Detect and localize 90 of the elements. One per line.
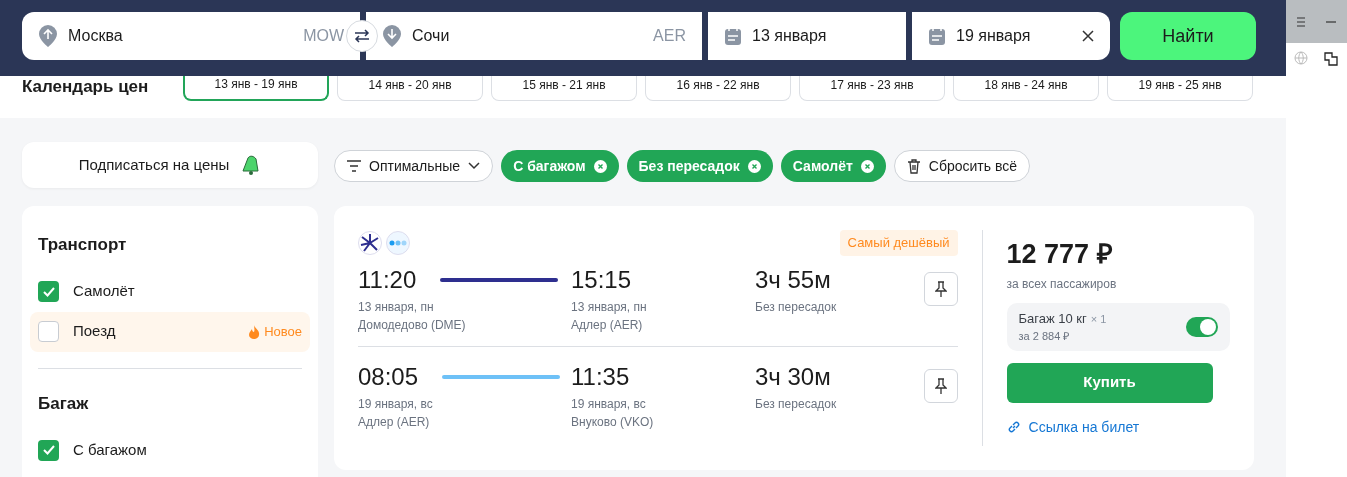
extension-icon[interactable] [1323, 51, 1340, 67]
minimize-icon[interactable] [1326, 20, 1337, 23]
ticket-price: 12 777 ₽ [1006, 238, 1114, 271]
subscribe-button[interactable]: Подписаться на цены [22, 142, 318, 188]
remove-icon[interactable] [860, 159, 874, 173]
city-text: Сочи [412, 26, 450, 46]
calendar-icon [724, 26, 742, 46]
subscribe-text: Подписаться на цены [78, 154, 230, 175]
flame-icon [248, 324, 261, 339]
airport-code: AER [653, 26, 686, 46]
chip-label: Самолёт [792, 156, 853, 176]
reset-button[interactable]: Сбросить всё [893, 150, 1030, 182]
pin-icon [934, 280, 947, 297]
reset-label: Сбросить всё [928, 156, 1017, 176]
week-option[interactable]: 17 янв - 23 янв [799, 76, 945, 101]
check-icon [42, 445, 55, 455]
departure-time: 11:20 [358, 265, 417, 294]
section-title: Календарь цен [22, 76, 150, 98]
airport-code: MOW [303, 26, 344, 46]
chevron-down-icon [468, 162, 481, 170]
baggage-price: за 2 884 ₽ [1018, 329, 1071, 344]
departure-airport: Домодедово (DME) [358, 316, 467, 334]
globe-icon[interactable] [1293, 51, 1308, 65]
option-label: Поезд [73, 321, 116, 342]
option-label: Самолёт [73, 281, 135, 302]
checkbox[interactable] [38, 281, 59, 302]
departure-date: 19 января, вс [358, 395, 434, 413]
city-text: Москва [68, 26, 123, 46]
checkbox[interactable] [38, 439, 59, 461]
date-text: 19 января [956, 26, 1031, 46]
checkbox[interactable] [38, 321, 59, 342]
baggage-count: × 1 [1090, 312, 1107, 325]
departure-airport: Адлер (AER) [358, 413, 431, 431]
arrow-up-pin-icon [38, 25, 58, 47]
filter-option[interactable]: Поезд Новое [30, 311, 310, 352]
filter-icon [347, 160, 361, 172]
flight-duration: 3ч 55м [755, 265, 832, 294]
date-text: 13 января [752, 26, 827, 46]
date-field[interactable]: 13 января [708, 12, 906, 60]
location-field[interactable]: Сочи AER [366, 12, 702, 60]
date-field[interactable]: 19 января [912, 12, 1110, 60]
menu-icon[interactable] [1296, 16, 1305, 27]
price-note: за всех пассажиров [1006, 275, 1118, 293]
week-option[interactable]: 18 янв - 24 янв [953, 76, 1099, 101]
pin-icon [934, 377, 947, 394]
new-label: Новое [264, 322, 302, 341]
cheapest-tag: Самый дешёвый [839, 230, 958, 256]
week-option[interactable]: 16 янв - 22 янв [645, 76, 791, 101]
filter-option[interactable]: С багажом [30, 430, 310, 470]
baggage-label: Багаж 10 кг [1018, 310, 1087, 326]
baggage-toggle[interactable] [1186, 316, 1218, 337]
week-option[interactable]: 14 янв - 20 янв [337, 76, 483, 101]
swap-icon [354, 29, 370, 43]
arrival-airport: Адлер (AER) [571, 316, 644, 334]
filter-option[interactable]: Самолёт [30, 271, 310, 312]
location-field[interactable]: Москва MOW [22, 12, 360, 60]
arrival-date: 13 января, пн [571, 298, 648, 316]
trash-icon [906, 158, 921, 174]
airline-logo-icon [386, 230, 410, 255]
chip-label: Без пересадок [638, 156, 740, 176]
ticket-link[interactable]: Ссылка на билет [1028, 416, 1140, 438]
sort-dropdown[interactable]: Оптимальные [334, 150, 494, 182]
airline-logo-icon [358, 230, 382, 255]
section-heading: Транспорт [37, 234, 128, 256]
pin-button[interactable] [923, 271, 958, 306]
departure-date: 13 января, пн [358, 298, 435, 316]
pin-button[interactable] [923, 368, 958, 403]
check-icon [42, 286, 55, 297]
remove-icon[interactable] [593, 159, 607, 173]
flight-duration: 3ч 30м [755, 362, 832, 391]
week-option[interactable]: 13 янв - 19 янв [183, 76, 329, 101]
stops-info: Без пересадок [755, 395, 837, 413]
week-option[interactable]: 19 янв - 25 янв [1107, 76, 1253, 101]
arrow-down-pin-icon [382, 25, 402, 47]
arrival-time: 15:15 [571, 265, 633, 294]
departure-time: 08:05 [358, 362, 419, 391]
stops-info: Без пересадок [755, 298, 837, 316]
link-icon [1006, 420, 1021, 434]
search-button[interactable]: Найти [1120, 12, 1256, 60]
week-option[interactable]: 15 янв - 21 янв [491, 76, 637, 101]
section-heading: Багаж [37, 392, 90, 415]
option-label: С багажом [73, 439, 147, 460]
close-icon[interactable] [1082, 30, 1094, 42]
remove-icon[interactable] [747, 159, 761, 173]
bell-icon [239, 154, 262, 176]
calendar-icon [928, 26, 946, 46]
arrival-date: 19 января, вс [571, 395, 647, 413]
arrival-airport: Внуково (VKO) [571, 413, 655, 431]
arrival-time: 11:35 [571, 362, 631, 391]
chip-label: С багажом [513, 156, 586, 176]
